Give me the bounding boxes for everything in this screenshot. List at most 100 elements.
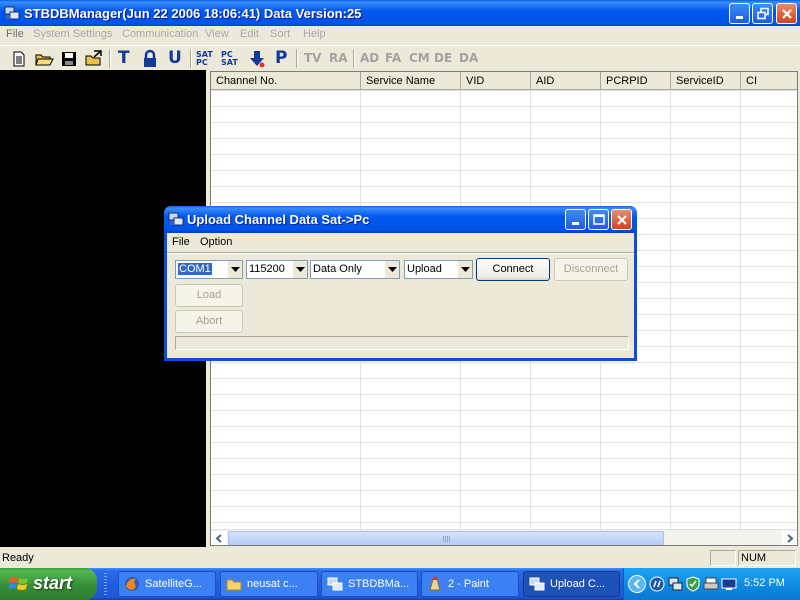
direction-select[interactable]: Upload (404, 260, 473, 279)
horizontal-scrollbar[interactable] (211, 529, 797, 545)
column-header-aid[interactable]: AID (531, 72, 601, 90)
menu-sort[interactable]: Sort (270, 28, 290, 40)
main-title-bar[interactable]: STBDBManager(Jun 22 2006 18:06:41) Data … (0, 0, 800, 27)
sat-pc-label: SAT PC (196, 50, 213, 67)
direction-dropdown-button[interactable] (457, 261, 472, 278)
network-icon[interactable] (667, 576, 683, 592)
task-upload-channel[interactable]: Upload C... (523, 571, 620, 597)
system-tray: 5:52 PM (623, 568, 800, 600)
chevron-down-icon (296, 267, 305, 272)
paint-icon (429, 577, 441, 591)
u-label: U (168, 48, 182, 68)
column-header-ci[interactable]: CI (741, 72, 797, 90)
task-paint[interactable]: 2 - Paint (421, 571, 519, 597)
t-button[interactable]: T (114, 48, 136, 70)
sat-to-pc-button[interactable]: SAT PC (196, 48, 218, 70)
dialog-menu-divider (167, 252, 634, 254)
fa-button[interactable]: FA (385, 51, 401, 65)
show-hidden-icons-button[interactable] (628, 575, 646, 593)
da-button[interactable]: DA (459, 51, 478, 65)
menu-file[interactable]: File (6, 28, 24, 40)
menu-edit[interactable]: Edit (240, 28, 259, 40)
menu-help[interactable]: Help (303, 28, 326, 40)
dialog-menu-bar: File Option (167, 233, 634, 251)
hp-icon[interactable] (649, 576, 665, 592)
toolbar-separator (353, 49, 355, 68)
port-select[interactable]: COM1 (175, 260, 243, 279)
security-shield-icon[interactable] (685, 576, 701, 592)
close-button[interactable] (776, 3, 797, 24)
baud-rate-select[interactable]: 115200 (246, 260, 308, 279)
ad-button[interactable]: AD (360, 51, 379, 65)
scroll-grip (443, 536, 451, 542)
close-icon (782, 9, 792, 19)
dialog-maximize-button[interactable] (588, 209, 609, 230)
lock-icon (144, 49, 156, 67)
de-button[interactable]: DE (434, 51, 452, 65)
save-button[interactable] (58, 48, 80, 70)
open-folder-button[interactable] (33, 48, 55, 70)
dialog-menu-file[interactable]: File (172, 236, 190, 248)
connect-button[interactable]: Connect (476, 258, 550, 281)
task-satellite[interactable]: SatelliteG... (118, 571, 216, 597)
scrollbar-thumb[interactable] (228, 531, 664, 545)
new-document-icon (13, 51, 25, 67)
status-text: Ready (2, 552, 34, 564)
dialog-menu-option[interactable]: Option (200, 236, 232, 248)
baud-rate-dropdown-button[interactable] (292, 261, 307, 278)
dialog-minimize-button[interactable] (565, 209, 586, 230)
menu-system-settings[interactable]: System Settings (33, 28, 112, 40)
cm-button[interactable]: CM (409, 51, 430, 65)
dialog-close-button[interactable] (611, 209, 632, 230)
folder-icon (226, 579, 242, 591)
port-value: COM1 (178, 263, 212, 275)
chevron-left-icon (633, 579, 640, 589)
p-label: P (275, 48, 288, 68)
task-stbdbmanager[interactable]: STBDBMa... (321, 571, 418, 597)
t-label: T (118, 48, 130, 68)
column-header-pcrpid[interactable]: PCRPID (601, 72, 671, 90)
tv-button[interactable]: TV (304, 51, 321, 65)
download-button[interactable] (246, 48, 268, 70)
menu-view[interactable]: View (205, 28, 229, 40)
minimize-icon (572, 222, 579, 225)
task-label: neusat c... (247, 578, 298, 590)
dialog-title-bar[interactable]: Upload Channel Data Sat->Pc (164, 206, 637, 233)
minimize-button[interactable] (729, 3, 750, 24)
data-mode-select[interactable]: Data Only (310, 260, 400, 279)
p-button[interactable]: P (271, 48, 293, 70)
scroll-right-button[interactable] (782, 531, 797, 545)
load-button[interactable]: Load (175, 284, 243, 307)
toolbar-separator (190, 49, 192, 68)
pc-to-sat-button[interactable]: PC SAT (221, 48, 243, 70)
task-neusat[interactable]: neusat c... (220, 571, 318, 597)
lock-button[interactable] (139, 48, 161, 70)
quick-launch-grip (104, 573, 107, 595)
start-button[interactable]: start (0, 568, 97, 600)
printer-icon[interactable] (703, 576, 719, 592)
column-header-service-name[interactable]: Service Name (361, 72, 461, 90)
disconnect-button[interactable]: Disconnect (554, 258, 628, 281)
export-button[interactable] (83, 48, 105, 70)
menu-communication[interactable]: Communication (122, 28, 198, 40)
display-icon[interactable] (721, 576, 737, 592)
column-header-channel-no[interactable]: Channel No. (211, 72, 361, 90)
column-header-service-id[interactable]: ServiceID (671, 72, 741, 90)
app-icon (4, 5, 20, 21)
window-title: STBDBManager(Jun 22 2006 18:06:41) Data … (24, 6, 362, 21)
column-divider (740, 90, 741, 533)
scroll-left-button[interactable] (211, 531, 227, 545)
direction-value: Upload (407, 263, 442, 275)
data-mode-dropdown-button[interactable] (384, 261, 399, 278)
ra-button[interactable]: RA (329, 51, 348, 65)
new-document-button[interactable] (8, 48, 30, 70)
task-label: Upload C... (550, 578, 606, 590)
column-header-vid[interactable]: VID (461, 72, 531, 90)
port-dropdown-button[interactable] (227, 261, 242, 278)
clock[interactable]: 5:52 PM (744, 577, 785, 589)
minimize-icon (736, 16, 743, 19)
abort-button[interactable]: Abort (175, 310, 243, 333)
restore-button[interactable] (752, 3, 773, 24)
baud-rate-value: 115200 (249, 263, 285, 275)
u-button[interactable]: U (164, 48, 186, 70)
